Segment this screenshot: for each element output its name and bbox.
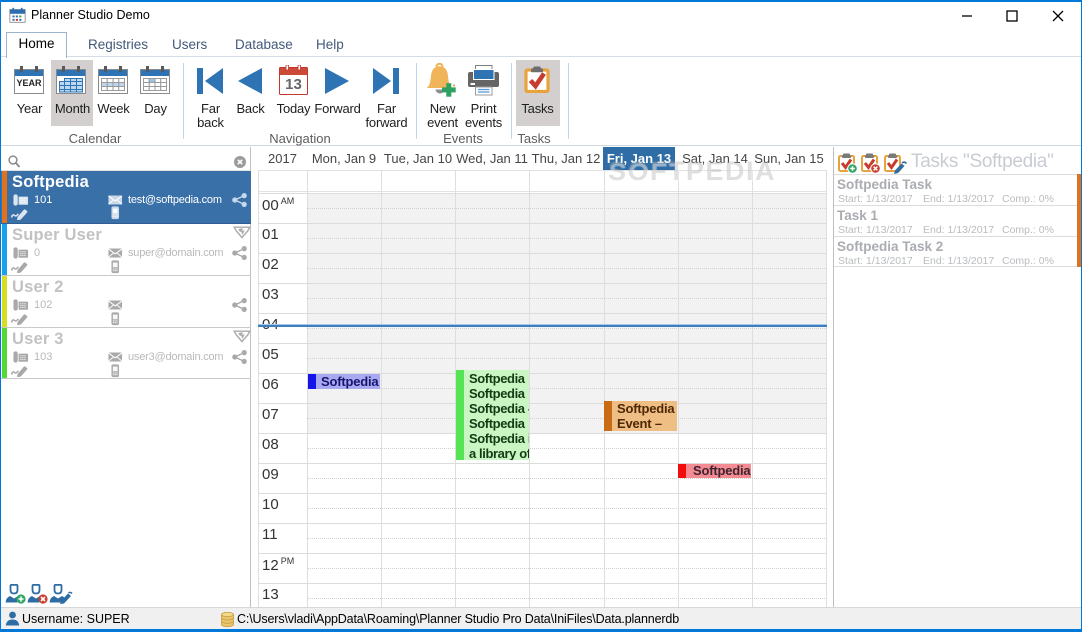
svg-text:YEAR: YEAR: [16, 78, 42, 88]
svg-text:13: 13: [285, 76, 302, 93]
